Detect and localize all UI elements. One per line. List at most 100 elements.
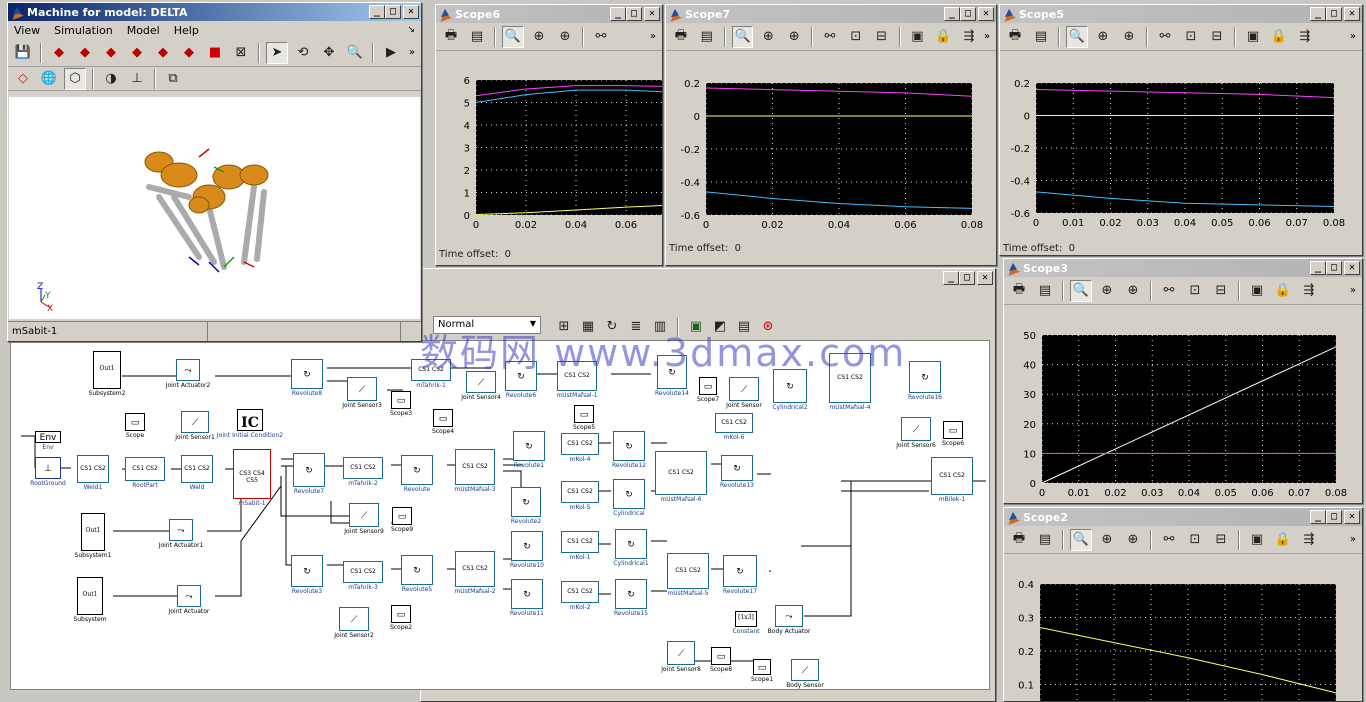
block-scope9-blk[interactable]: ▭ [392, 507, 412, 525]
float-icon[interactable]: ▣ [1246, 280, 1268, 302]
menu-simulation[interactable]: Simulation [54, 24, 113, 37]
params-icon[interactable]: ▤ [466, 26, 488, 48]
float-icon[interactable]: ▣ [907, 26, 929, 48]
block-rootpart[interactable]: CS1 CS2 [125, 457, 165, 481]
maximize-button[interactable]: □ [1326, 261, 1342, 275]
block-mkol6[interactable]: CS1 CS2 [715, 413, 753, 433]
shape-icon[interactable]: ◇ [12, 68, 34, 90]
binoculars-icon[interactable]: ⚯ [1158, 529, 1180, 551]
save-axes-icon[interactable]: ⊡ [845, 26, 867, 48]
minimize-button[interactable]: _ [943, 271, 959, 285]
block-mkol5[interactable]: CS1 CS2 [561, 481, 599, 503]
signal-select-icon[interactable]: ⇶ [1298, 280, 1320, 302]
zoom-x-icon[interactable]: ⊕ [528, 26, 550, 48]
view-iso-icon[interactable]: ■ [204, 42, 226, 64]
block-joint-sensor9[interactable]: ⟋ [349, 503, 379, 527]
minimize-button[interactable]: _ [944, 7, 960, 21]
cg-icon[interactable]: ◑ [100, 68, 122, 90]
block-revolute15[interactable]: ↻ [615, 579, 647, 609]
block-revolute17[interactable]: ↻ [723, 555, 757, 587]
block-musmafsal5[interactable]: CS1 CS2 [667, 553, 709, 589]
view-right-icon[interactable]: ◆ [126, 42, 148, 64]
block-mbilek1[interactable]: CS1 CS2 [931, 457, 973, 495]
chevron-icon[interactable]: » [1350, 534, 1356, 545]
block-musmafsal2[interactable]: CS1 CS2 [455, 551, 495, 587]
zoom-icon[interactable]: 🔍 [344, 42, 366, 64]
play-icon[interactable]: ▶ [380, 42, 402, 64]
block-revolute10[interactable]: ↻ [511, 531, 543, 561]
print-icon[interactable]: 🖶 [1008, 529, 1030, 551]
zoom-y-icon[interactable]: ⊕ [1118, 26, 1140, 48]
block-musmafsal6[interactable]: CS1 CS2 [655, 451, 707, 495]
close-button[interactable]: ✕ [1344, 261, 1360, 275]
block-cylindrical[interactable]: ↻ [613, 479, 645, 509]
chevron-icon[interactable]: » [984, 31, 990, 42]
float-icon[interactable]: ▣ [1246, 529, 1268, 551]
block-joint-actuator1[interactable]: ⤳ [169, 519, 193, 541]
block-msabit1[interactable]: CS3 CS4 CS5 [233, 449, 271, 499]
signal-select-icon[interactable]: ⇶ [958, 26, 980, 48]
block-scope2-blk[interactable]: ▭ [391, 605, 411, 623]
block-body-actuator[interactable]: ⤳ [775, 605, 803, 627]
close-button[interactable]: ✕ [403, 5, 419, 19]
body-icon[interactable]: ⬡ [64, 67, 86, 90]
block-revolute1[interactable]: ↻ [513, 431, 545, 461]
zoom-y-icon[interactable]: ⊕ [1122, 280, 1144, 302]
scope2-titlebar[interactable]: Scope2 _ □ ✕ [1004, 508, 1362, 526]
block-joint-sensor1[interactable]: ⟋ [181, 411, 209, 433]
block-revolute3[interactable]: ↻ [291, 555, 323, 587]
params-icon[interactable]: ▤ [696, 26, 718, 48]
block-revolute11[interactable]: ↻ [511, 579, 543, 609]
signal-select-icon[interactable]: ⇶ [1294, 26, 1316, 48]
save-icon[interactable]: 💾 [12, 42, 34, 64]
zoom-x-icon[interactable]: ⊕ [757, 26, 779, 48]
block-scope3-blk[interactable]: ▭ [391, 391, 411, 409]
close-button[interactable]: ✕ [977, 271, 993, 285]
binoculars-icon[interactable]: ⚯ [1158, 280, 1180, 302]
block-mtahrik3[interactable]: CS1 CS2 [343, 561, 383, 583]
block-body-sensor[interactable]: ⟋ [791, 659, 819, 681]
globe-icon[interactable]: 🌐 [38, 68, 60, 90]
lock-icon[interactable]: 🔒 [1272, 529, 1294, 551]
block-joint-sensor8[interactable]: ⟋ [667, 641, 695, 665]
lock-icon[interactable]: 🔒 [932, 26, 954, 48]
menu-help[interactable]: Help [174, 24, 199, 37]
block-scope5-blk[interactable]: ▭ [574, 405, 594, 423]
params-icon[interactable]: ▤ [1034, 280, 1056, 302]
block-cylindrical1[interactable]: ↻ [615, 529, 647, 559]
scope3-titlebar[interactable]: Scope3 _ □ ✕ [1004, 259, 1362, 277]
close-button[interactable]: ✕ [644, 7, 660, 21]
block-subsystem1[interactable]: Out1 [81, 513, 105, 551]
block-joint-actuator2[interactable]: ⤳ [176, 359, 200, 381]
params-icon[interactable]: ▤ [1034, 529, 1056, 551]
float-icon[interactable]: ▣ [1242, 26, 1264, 48]
block-mkol1[interactable]: CS1 CS2 [561, 531, 599, 553]
machine-viewport[interactable]: Z Y X [9, 97, 420, 319]
zoom-icon[interactable]: 🔍 [502, 25, 524, 48]
view-top-icon[interactable]: ◆ [152, 42, 174, 64]
pan-icon[interactable]: ✥ [318, 42, 340, 64]
close-button[interactable]: ✕ [1344, 7, 1360, 21]
print-icon[interactable]: 🖶 [1004, 26, 1026, 48]
block-revolute7[interactable]: ↻ [293, 453, 325, 487]
scope6-titlebar[interactable]: Scope6 _ □ ✕ [436, 5, 662, 23]
block-joint-sensor[interactable]: ⟋ [729, 377, 759, 401]
chevron-icon[interactable]: » [1350, 285, 1356, 296]
zoom-x-icon[interactable]: ⊕ [1096, 280, 1118, 302]
params-icon[interactable]: ▤ [1030, 26, 1052, 48]
scope3-plot-area[interactable]: 0 0.01 0.02 0.03 0.04 0.05 0.06 0.07 0.08 50 40 30 2… [1023, 331, 1347, 499]
restore-axes-icon[interactable]: ⊟ [871, 26, 893, 48]
block-diagram-canvas[interactable]: Out1 Subsystem2 ⤳ Joint Actuator2 ↻ Revolute8… [10, 340, 990, 690]
block-revolute5[interactable]: ↻ [401, 555, 433, 585]
layers-icon[interactable]: ⧉ [162, 68, 184, 90]
binoculars-icon[interactable]: ⚯ [1154, 26, 1176, 48]
block-joint-actuator[interactable]: ⤳ [177, 585, 201, 607]
minimize-button[interactable]: _ [1310, 261, 1326, 275]
restore-axes-icon[interactable]: ⊟ [1210, 280, 1232, 302]
maximize-button[interactable]: □ [959, 271, 975, 285]
view-left-icon[interactable]: ◆ [100, 42, 122, 64]
maximize-button[interactable]: □ [960, 7, 976, 21]
axes-icon[interactable]: ⊥ [126, 68, 148, 90]
restore-axes-icon[interactable]: ⊟ [1206, 26, 1228, 48]
minimize-button[interactable]: _ [610, 7, 626, 21]
